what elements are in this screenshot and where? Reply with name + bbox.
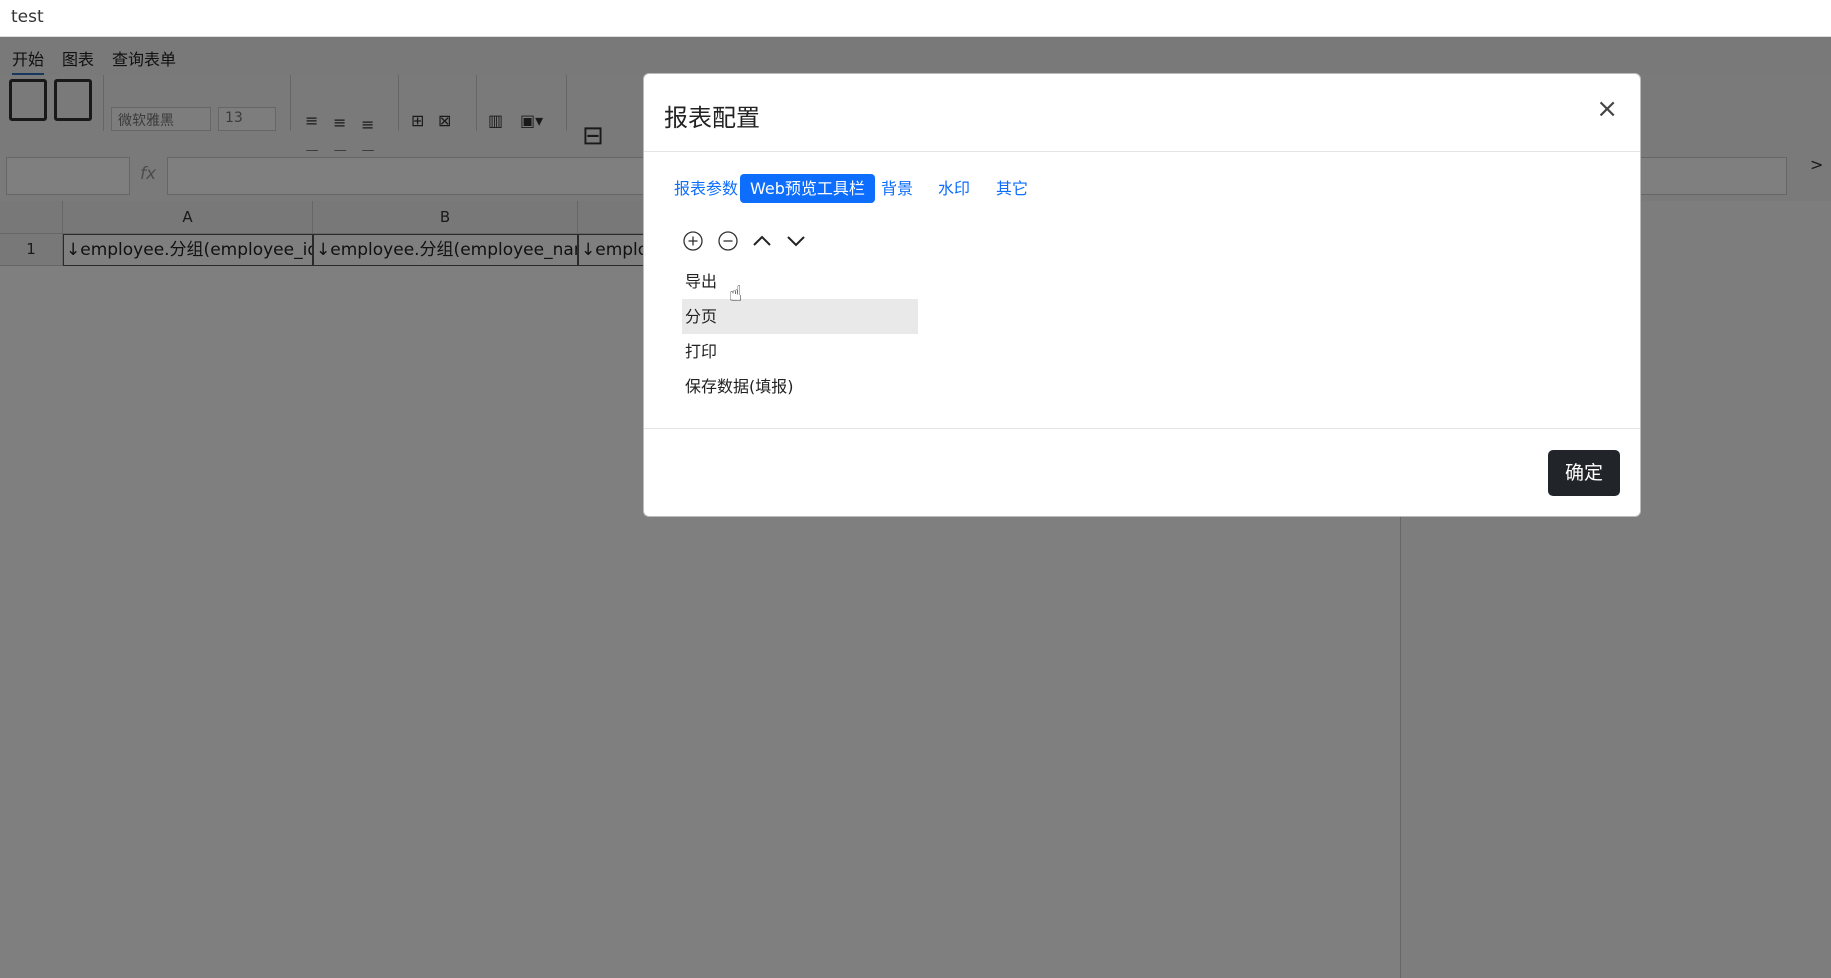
hand-pointer-icon: ☝ <box>729 282 743 307</box>
tab-other[interactable]: 其它 <box>986 174 1038 203</box>
chevron-up-icon[interactable] <box>751 230 773 252</box>
list-item-export[interactable]: 导出 <box>682 264 918 299</box>
ok-button[interactable]: 确定 <box>1548 450 1620 496</box>
chevron-down-icon[interactable] <box>785 230 807 252</box>
tab-report-params[interactable]: 报表参数 <box>664 174 748 203</box>
tab-web-preview-toolbar[interactable]: Web预览工具栏 <box>740 174 875 203</box>
window-title: test <box>11 7 44 27</box>
list-item-print[interactable]: 打印 <box>682 334 918 369</box>
minus-circle-icon[interactable] <box>717 230 739 252</box>
modal-footer: 确定 <box>644 428 1640 518</box>
list-item-save-data[interactable]: 保存数据(填报) <box>682 369 918 404</box>
tab-watermark[interactable]: 水印 <box>928 174 980 203</box>
tab-background[interactable]: 背景 <box>871 174 923 203</box>
list-item-pagination[interactable]: 分页 <box>682 299 918 334</box>
window-titlebar: test <box>0 0 1831 37</box>
plus-circle-icon[interactable] <box>682 230 704 252</box>
modal-title: 报表配置 <box>664 104 760 132</box>
modal-header: 报表配置 × <box>644 74 1640 152</box>
report-config-dialog: 报表配置 × 报表参数 Web预览工具栏 背景 水印 其它 导出 分页 打印 保… <box>643 73 1641 517</box>
close-icon[interactable]: × <box>1596 96 1618 122</box>
